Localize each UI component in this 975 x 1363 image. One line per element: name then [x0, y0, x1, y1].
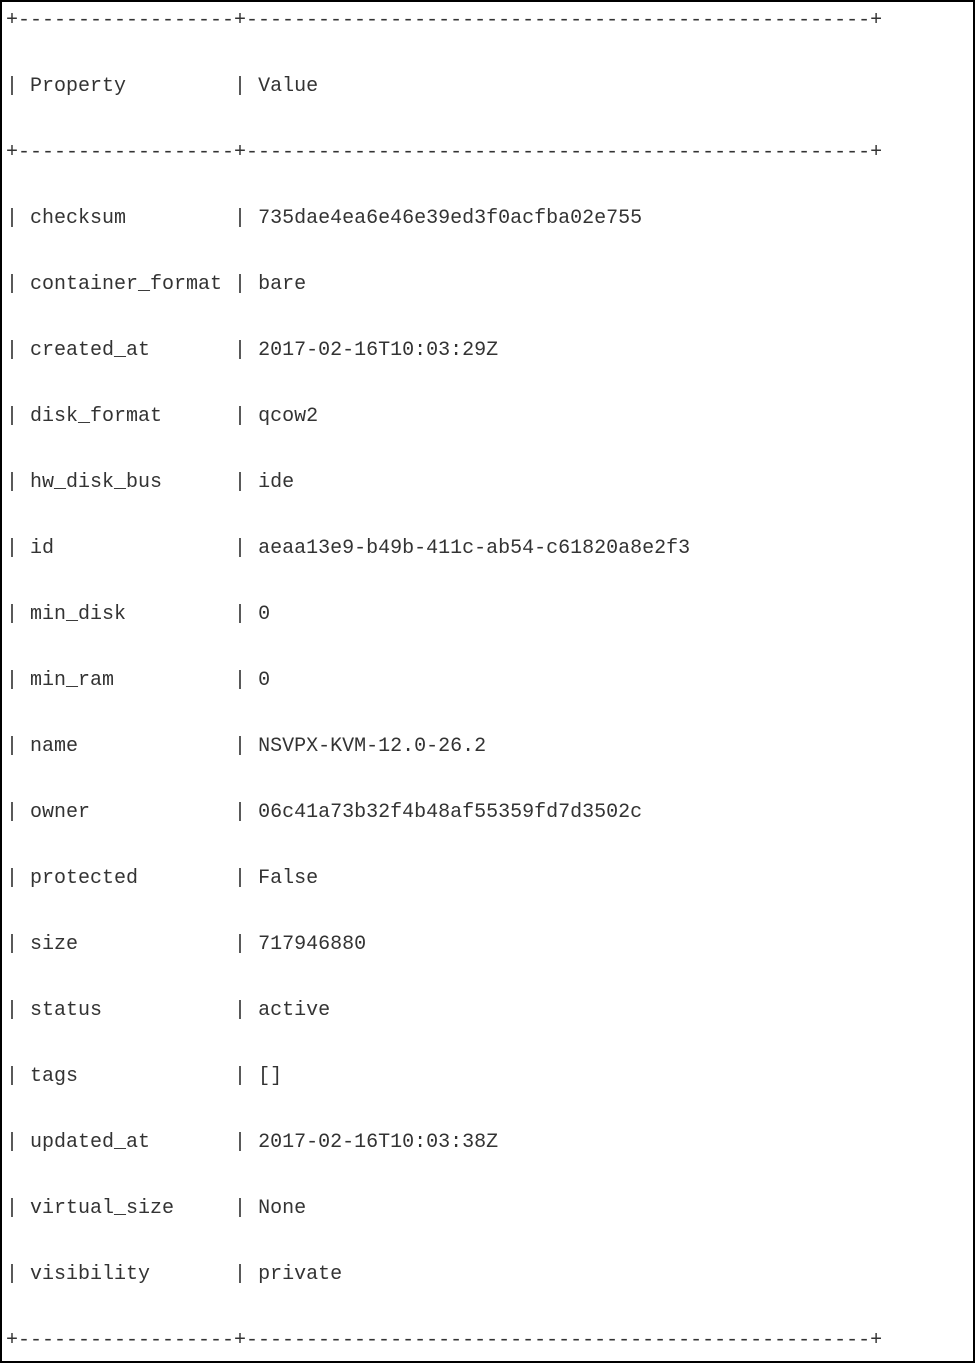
value-cell: 2017-02-16T10:03:29Z	[258, 339, 498, 362]
table-row: | updated_at | 2017-02-16T10:03:38Z	[6, 1126, 969, 1159]
value-cell: 0	[258, 669, 270, 692]
table-row: | created_at | 2017-02-16T10:03:29Z	[6, 334, 969, 367]
property-cell: size	[30, 933, 222, 956]
property-cell: disk_format	[30, 405, 222, 428]
value-cell: 06c41a73b32f4b48af55359fd7d3502c	[258, 801, 642, 824]
property-cell: created_at	[30, 339, 222, 362]
table-row: | size | 717946880	[6, 928, 969, 961]
table-row: | min_ram | 0	[6, 664, 969, 697]
table-row: | disk_format | qcow2	[6, 400, 969, 433]
ascii-table: +------------------+--------------------…	[6, 4, 969, 1357]
value-cell: False	[258, 867, 318, 890]
property-cell: virtual_size	[30, 1197, 222, 1220]
property-cell: owner	[30, 801, 222, 824]
value-cell: private	[258, 1263, 342, 1286]
table-border-bottom: +------------------+--------------------…	[6, 1324, 969, 1357]
value-cell: active	[258, 999, 330, 1022]
value-cell: 0	[258, 603, 270, 626]
property-cell: hw_disk_bus	[30, 471, 222, 494]
property-cell: container_format	[30, 273, 222, 296]
property-cell: min_ram	[30, 669, 222, 692]
value-cell: qcow2	[258, 405, 318, 428]
table-row: | min_disk | 0	[6, 598, 969, 631]
table-row: | owner | 06c41a73b32f4b48af55359fd7d350…	[6, 796, 969, 829]
property-cell: protected	[30, 867, 222, 890]
property-cell: status	[30, 999, 222, 1022]
table-row: | visibility | private	[6, 1258, 969, 1291]
table-row: | container_format | bare	[6, 268, 969, 301]
value-cell: NSVPX-KVM-12.0-26.2	[258, 735, 486, 758]
value-cell: bare	[258, 273, 306, 296]
value-cell: aeaa13e9-b49b-411c-ab54-c61820a8e2f3	[258, 537, 690, 560]
column-header-property: Property	[30, 75, 222, 98]
table-row: | id | aeaa13e9-b49b-411c-ab54-c61820a8e…	[6, 532, 969, 565]
value-cell: 717946880	[258, 933, 366, 956]
property-cell: tags	[30, 1065, 222, 1088]
property-cell: checksum	[30, 207, 222, 230]
column-header-value: Value	[258, 75, 318, 98]
property-cell: updated_at	[30, 1131, 222, 1154]
value-cell: 2017-02-16T10:03:38Z	[258, 1131, 498, 1154]
table-row: | virtual_size | None	[6, 1192, 969, 1225]
table-row: | tags | []	[6, 1060, 969, 1093]
property-cell: visibility	[30, 1263, 222, 1286]
table-row: | name | NSVPX-KVM-12.0-26.2	[6, 730, 969, 763]
table-border-mid: +------------------+--------------------…	[6, 136, 969, 169]
value-cell: ide	[258, 471, 294, 494]
table-row: | protected | False	[6, 862, 969, 895]
value-cell: []	[258, 1065, 282, 1088]
value-cell: None	[258, 1197, 306, 1220]
table-row: | checksum | 735dae4ea6e46e39ed3f0acfba0…	[6, 202, 969, 235]
property-cell: id	[30, 537, 222, 560]
table-border-top: +------------------+--------------------…	[6, 4, 969, 37]
table-header-row: | Property | Value	[6, 70, 969, 103]
terminal-output: +------------------+--------------------…	[0, 0, 975, 1363]
table-row: | hw_disk_bus | ide	[6, 466, 969, 499]
property-cell: name	[30, 735, 222, 758]
property-cell: min_disk	[30, 603, 222, 626]
value-cell: 735dae4ea6e46e39ed3f0acfba02e755	[258, 207, 642, 230]
table-row: | status | active	[6, 994, 969, 1027]
